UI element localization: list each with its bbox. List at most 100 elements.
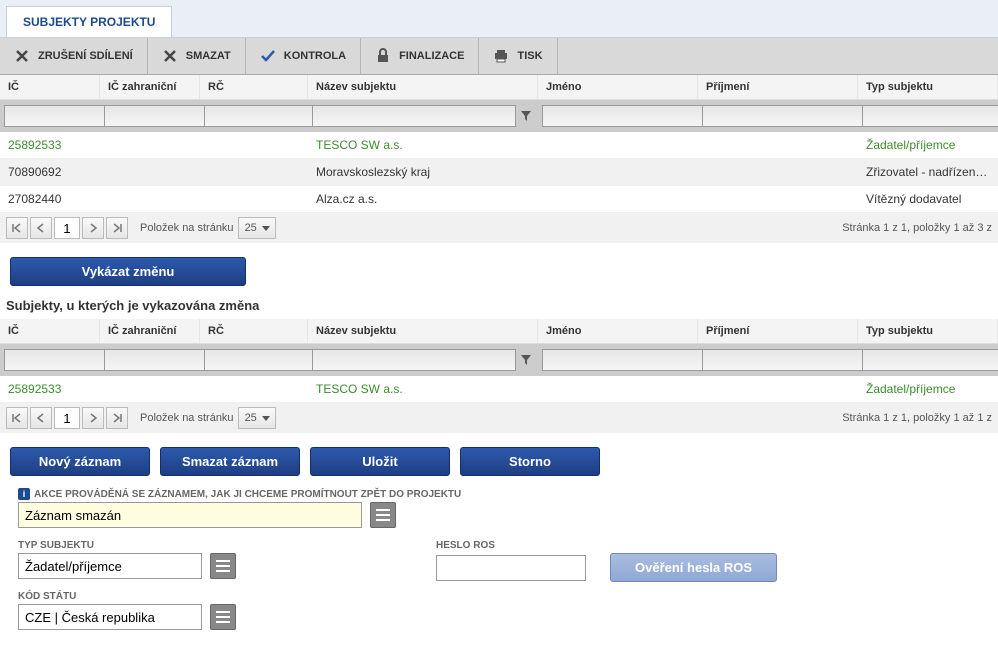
col-jmeno[interactable]: Jméno [538, 75, 698, 99]
smazat-zaznam-button[interactable]: Smazat záznam [160, 447, 300, 476]
pager-perpage-select[interactable]: 25 [238, 407, 276, 429]
filter-icon[interactable] [518, 349, 534, 371]
cell-rc [200, 186, 308, 212]
pager-next-icon[interactable] [82, 217, 104, 239]
grid-header: IČ IČ zahraniční RČ Název subjektu Jméno… [0, 319, 998, 344]
pager-prev-icon[interactable] [30, 217, 52, 239]
list-picker-icon[interactable] [210, 553, 236, 579]
col-rc[interactable]: RČ [200, 75, 308, 99]
filter-input-nazev[interactable] [312, 105, 516, 127]
toolbar-label: KONTROLA [284, 50, 346, 62]
col-typ[interactable]: Typ subjektu [858, 319, 998, 343]
akce-label: i AKCE PROVÁDĚNÁ SE ZÁZNAMEM, JAK JI CHC… [18, 488, 980, 500]
col-icz[interactable]: IČ zahraniční [100, 75, 200, 99]
check-icon [260, 48, 276, 64]
filter-cell [538, 103, 698, 129]
col-rc[interactable]: RČ [200, 319, 308, 343]
filter-icon[interactable] [518, 105, 534, 127]
filter-cell [698, 347, 858, 373]
cell-icz [100, 376, 200, 402]
col-ic[interactable]: IČ [0, 75, 100, 99]
toolbar-tisk[interactable]: TISK [479, 38, 557, 74]
grid-body: 25892533TESCO SW a.s.Žadatel/příjemce [0, 376, 998, 403]
pager-page-input[interactable] [54, 217, 80, 239]
pager-first-icon[interactable] [6, 407, 28, 429]
pager-perpage-label: Položek na stránku [140, 222, 234, 234]
novy-zaznam-button[interactable]: Nový záznam [10, 447, 150, 476]
filter-cell [858, 103, 998, 129]
filter-cell [698, 103, 858, 129]
table-row[interactable]: 70890692Moravskoslezský krajZřizovatel -… [0, 159, 998, 186]
col-icz[interactable]: IČ zahraniční [100, 319, 200, 343]
cell-prijmeni [698, 132, 858, 158]
toolbar-kontrola[interactable]: KONTROLA [246, 38, 361, 74]
overeni-hesla-button[interactable]: Ověření hesla ROS [610, 553, 777, 582]
kod-statu-input[interactable] [18, 604, 202, 630]
cell-nazev: Alza.cz a.s. [308, 186, 538, 212]
filter-input-typ[interactable] [862, 105, 998, 127]
grid-filter-row [0, 100, 998, 132]
col-nazev[interactable]: Název subjektu [308, 75, 538, 99]
filter-cell [308, 347, 538, 373]
filter-cell [0, 347, 100, 373]
pager-summary: Stránka 1 z 1, položky 1 až 3 z [842, 222, 992, 234]
filter-input-jmeno[interactable] [542, 349, 721, 371]
tab-subjekty[interactable]: SUBJEKTY PROJEKTU [6, 6, 172, 37]
table-row[interactable]: 27082440Alza.cz a.s.Vítězný dodavatel [0, 186, 998, 213]
print-icon [493, 48, 509, 64]
close-icon [14, 48, 30, 64]
col-typ[interactable]: Typ subjektu [858, 75, 998, 99]
col-nazev[interactable]: Název subjektu [308, 319, 538, 343]
cell-prijmeni [698, 159, 858, 185]
toolbar-zruseni-sdileni[interactable]: ZRUŠENÍ SDÍLENÍ [0, 38, 148, 74]
filter-input-nazev[interactable] [312, 349, 516, 371]
toolbar-label: ZRUŠENÍ SDÍLENÍ [38, 50, 133, 62]
pager-perpage-select[interactable]: 25 [238, 217, 276, 239]
pager-last-icon[interactable] [106, 407, 128, 429]
filter-cell [100, 103, 200, 129]
cell-jmeno [538, 132, 698, 158]
toolbar-smazat[interactable]: SMAZAT [148, 38, 246, 74]
filter-input-jmeno[interactable] [542, 105, 721, 127]
pager-first-icon[interactable] [6, 217, 28, 239]
table-row[interactable]: 25892533TESCO SW a.s.Žadatel/příjemce [0, 376, 998, 403]
toolbar-label: FINALIZACE [399, 50, 464, 62]
filter-cell [200, 103, 308, 129]
kod-statu-label: KÓD STÁTU [18, 591, 236, 602]
col-jmeno[interactable]: Jméno [538, 319, 698, 343]
pager-page-input[interactable] [54, 407, 80, 429]
filter-cell [200, 347, 308, 373]
pager-prev-icon[interactable] [30, 407, 52, 429]
table-row[interactable]: 25892533TESCO SW a.s.Žadatel/příjemce [0, 132, 998, 159]
filter-input-prijmeni[interactable] [702, 105, 881, 127]
pager-next-icon[interactable] [82, 407, 104, 429]
typ-subjektu-input[interactable] [18, 553, 202, 579]
col-prijmeni[interactable]: Příjmení [698, 75, 858, 99]
cell-typ: Vítězný dodavatel [858, 186, 998, 212]
cell-icz [100, 132, 200, 158]
vykazat-zmenu-button[interactable]: Vykázat změnu [10, 257, 246, 286]
cell-icz [100, 186, 200, 212]
list-picker-icon[interactable] [370, 502, 396, 528]
list-picker-icon[interactable] [210, 604, 236, 630]
storno-button[interactable]: Storno [460, 447, 600, 476]
cell-typ: Žadatel/příjemce [858, 376, 998, 402]
toolbar-label: TISK [517, 50, 542, 62]
cell-rc [200, 376, 308, 402]
col-prijmeni[interactable]: Příjmení [698, 319, 858, 343]
heslo-ros-input[interactable] [436, 555, 586, 581]
filter-input-typ[interactable] [862, 349, 998, 371]
col-ic[interactable]: IČ [0, 319, 100, 343]
lock-icon [375, 48, 391, 64]
ulozit-button[interactable]: Uložit [310, 447, 450, 476]
pager-last-icon[interactable] [106, 217, 128, 239]
akce-input[interactable] [18, 502, 362, 528]
pager-perpage-label: Položek na stránku [140, 412, 234, 424]
toolbar-finalizace[interactable]: FINALIZACE [361, 38, 479, 74]
form-area: i AKCE PROVÁDĚNÁ SE ZÁZNAMEM, JAK JI CHC… [0, 488, 998, 650]
cell-nazev: TESCO SW a.s. [308, 376, 538, 402]
cell-ic: 25892533 [0, 132, 100, 158]
tab-bar: SUBJEKTY PROJEKTU [0, 0, 998, 38]
filter-input-prijmeni[interactable] [702, 349, 881, 371]
cell-jmeno [538, 186, 698, 212]
